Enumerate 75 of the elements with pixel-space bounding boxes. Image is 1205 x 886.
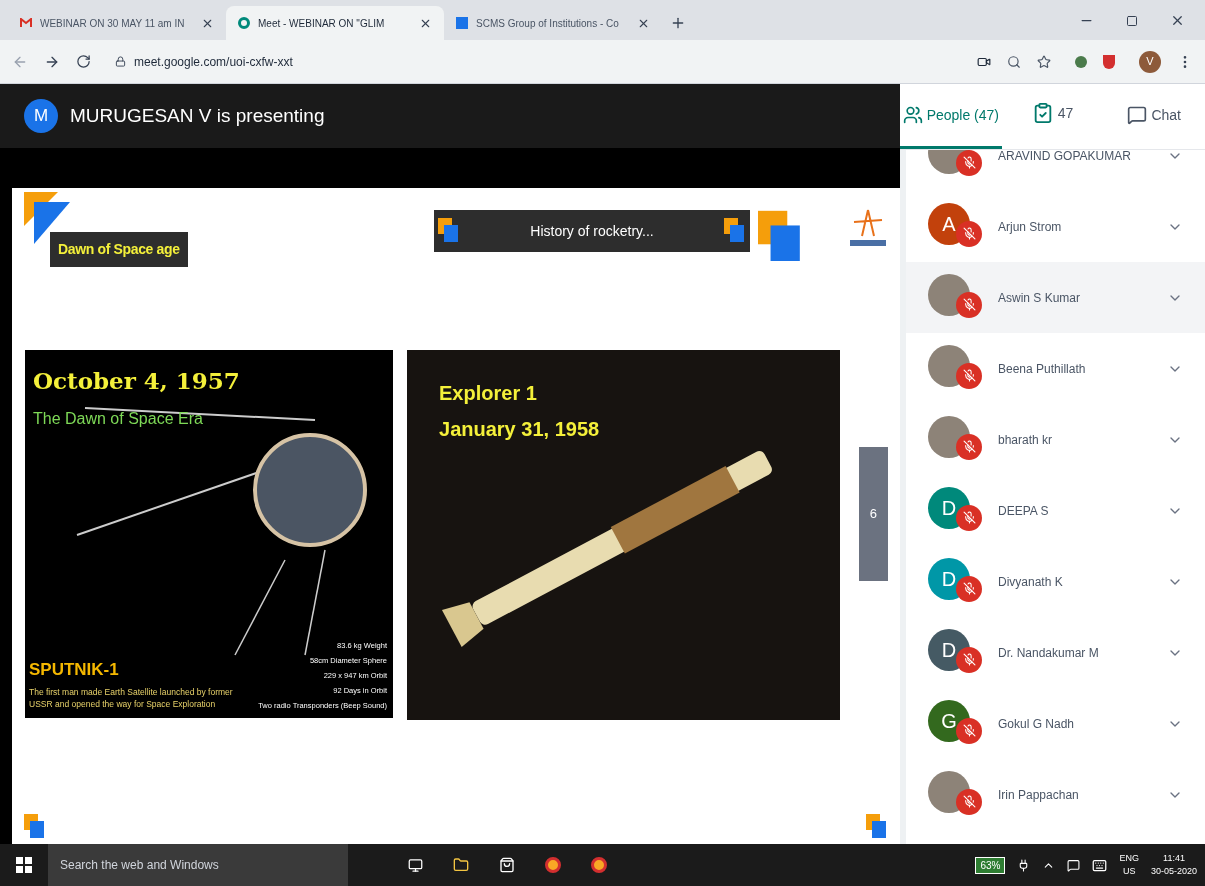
square-decoration-icon <box>866 814 888 840</box>
meet-icon <box>238 17 250 29</box>
region-text[interactable]: US <box>1122 865 1136 878</box>
participant-row[interactable]: Aswin S Kumar <box>906 262 1205 333</box>
presenter-status: MURUGESAN V is presenting <box>70 103 325 128</box>
tab-title: WEBINAR ON 30 MAY 11 am IN <box>40 16 185 31</box>
extension-icon[interactable] <box>1075 55 1087 68</box>
square-decoration-icon <box>724 218 746 244</box>
profile-avatar[interactable]: V <box>1139 50 1161 73</box>
site-icon <box>456 17 468 29</box>
satellite-description: The first man made Earth Satellite launched by former USSR and opened the way for Space Exploration <box>29 686 234 710</box>
slide-number-tab[interactable]: 6 <box>858 447 888 581</box>
participant-name: ARAVIND GOPAKUMAR <box>998 150 1132 165</box>
slide-label: Dawn of Space age <box>50 232 188 267</box>
mic-off-icon <box>956 646 982 673</box>
square-decoration-icon <box>438 218 460 244</box>
date-heading: October 4, 1957 <box>33 366 240 396</box>
keyboard-icon[interactable] <box>1092 857 1108 873</box>
language-text[interactable]: ENG <box>1119 852 1139 865</box>
mic-off-icon <box>956 220 982 247</box>
participant-name: Dr. Nandakumar M <box>998 644 1100 662</box>
participant-name: Beena Puthillath <box>998 360 1087 378</box>
mic-off-icon <box>956 362 982 389</box>
mic-off-icon <box>956 291 982 318</box>
people-icon <box>902 105 923 125</box>
participant-name: Aswin S Kumar <box>998 289 1082 307</box>
zoom-icon[interactable] <box>1007 54 1021 69</box>
clock-time[interactable]: 11:41 <box>1163 852 1185 865</box>
mic-off-icon <box>956 788 982 815</box>
store-icon[interactable] <box>499 857 515 873</box>
browser-icon[interactable] <box>545 857 561 873</box>
participant-name: Gokul G Nadh <box>998 715 1076 733</box>
tab-title: SCMS Group of Institutions - Co <box>476 16 619 31</box>
close-icon[interactable] <box>1170 13 1185 28</box>
participant-name: Arjun Strom <box>998 218 1063 236</box>
shield-extension-icon[interactable] <box>1103 54 1115 69</box>
slide-subtitle: The Dawn of Space Era <box>33 408 204 429</box>
participant-name: Irin Pappachan <box>998 786 1080 804</box>
star-icon[interactable] <box>1037 54 1051 69</box>
square-decoration-icon <box>24 814 46 840</box>
satellite-name: SPUTNIK-1 <box>29 658 120 681</box>
browser-tab[interactable]: Meet - WEBINAR ON "GLIM <box>226 6 444 40</box>
search-field[interactable]: Search the web and Windows <box>48 844 348 886</box>
tab-title: Meet - WEBINAR ON "GLIM <box>258 16 385 31</box>
new-tab-icon[interactable] <box>670 15 686 31</box>
folder-icon[interactable] <box>453 857 469 873</box>
satellite-name: Explorer 1 <box>439 381 538 406</box>
panel-tab[interactable]: 47 <box>1001 84 1104 149</box>
panel-tab[interactable]: Chat <box>1103 84 1205 149</box>
browser-icon[interactable] <box>591 857 607 873</box>
browser-tab[interactable]: WEBINAR ON 30 MAY 11 am IN <box>8 6 226 40</box>
mic-off-icon <box>956 150 982 176</box>
participant-name: Divyanath K <box>998 573 1064 591</box>
battery-indicator: 63% <box>975 856 1006 874</box>
mic-off-icon <box>956 433 982 460</box>
task-view-icon[interactable] <box>408 857 423 873</box>
launch-date: January 31, 1958 <box>439 417 600 442</box>
mail-icon <box>20 18 32 28</box>
restore-icon[interactable] <box>1126 14 1138 27</box>
slide-title-bar: History of rocketry... <box>434 210 750 252</box>
browser-tab[interactable]: SCMS Group of Institutions - Co <box>444 6 662 40</box>
participant-name: bharath kr <box>998 431 1054 449</box>
triangle-decoration-icon <box>24 192 72 246</box>
chat-icon <box>1127 105 1148 125</box>
notification-icon[interactable] <box>1067 858 1081 872</box>
mic-off-icon <box>956 504 982 531</box>
reload-icon[interactable] <box>76 54 91 69</box>
windows-logo-icon[interactable] <box>16 857 32 873</box>
clock-date[interactable]: 30-05-2020 <box>1150 865 1197 878</box>
participant-name: DEEPA S <box>998 502 1050 520</box>
address-field[interactable]: meet.google.com/uoi-cxfw-xxt <box>107 46 961 77</box>
lock-icon <box>115 56 126 67</box>
mic-off-icon <box>956 575 982 602</box>
mic-off-icon <box>956 717 982 744</box>
presenter-avatar: M <box>24 99 58 133</box>
